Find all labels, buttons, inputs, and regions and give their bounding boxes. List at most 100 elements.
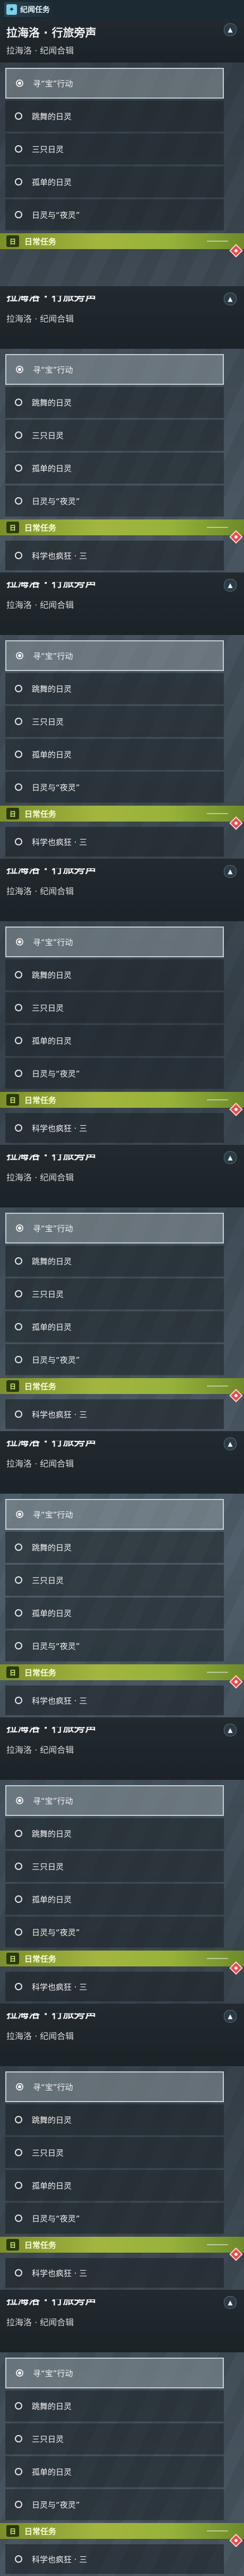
daily-quest-item[interactable]: 科学也疯狂 · 三: [5, 2258, 224, 2288]
quest-step[interactable]: 三只日灵: [5, 2137, 224, 2168]
quest-step[interactable]: 日灵与“夜灵”: [5, 2203, 224, 2234]
quest-step[interactable]: 孤单的日灵: [5, 166, 224, 198]
daily-quest-header[interactable]: 日 日常任务: [0, 1092, 244, 1108]
quest-header[interactable]: 拉海洛 · 行旅旁声 拉海洛 · 纪闻合辑 ▲: [0, 859, 244, 921]
quest-step[interactable]: 三只日灵: [5, 1851, 224, 1882]
quest-step[interactable]: 孤单的日灵: [5, 2170, 224, 2201]
quest-step[interactable]: 跳舞的日灵: [5, 959, 224, 991]
quest-step[interactable]: 三只日灵: [5, 992, 224, 1024]
chevron-up-icon[interactable]: ▲: [224, 293, 237, 305]
quest-step[interactable]: 孤单的日灵: [5, 1884, 224, 1915]
radio-empty-icon: [15, 1323, 22, 1330]
daily-quest-item-label: 科学也疯狂 · 三: [32, 2268, 88, 2278]
daily-quest-label: 日常任务: [24, 2526, 57, 2536]
quest-step[interactable]: 孤单的日灵: [5, 1311, 224, 1343]
quest-step[interactable]: 跳舞的日灵: [5, 1246, 224, 1277]
quest-step[interactable]: 寻“宝”行动: [5, 354, 224, 385]
quest-step[interactable]: 日灵与“夜灵”: [5, 199, 224, 231]
chevron-up-icon[interactable]: ▲: [224, 23, 237, 36]
radio-empty-icon: [15, 2501, 22, 2508]
radio-empty-icon: [15, 178, 22, 186]
quest-step[interactable]: 跳舞的日灵: [5, 1818, 224, 1849]
daily-quest-header[interactable]: 日 日常任务: [0, 233, 244, 249]
quest-step[interactable]: 三只日灵: [5, 1565, 224, 1596]
chevron-up-icon[interactable]: ▲: [224, 2296, 237, 2309]
quest-header[interactable]: 拉海洛 · 行旅旁声 拉海洛 · 纪闻合辑 ▲: [0, 2290, 244, 2352]
daily-icon: 日: [6, 1666, 19, 1678]
radio-selected-icon: [16, 1224, 23, 1232]
radio-empty-icon: [15, 1983, 22, 1990]
quest-header[interactable]: 拉海洛 · 行旅旁声 拉海洛 · 纪闻合辑 ▲: [0, 1431, 244, 1494]
quest-step[interactable]: 孤单的日灵: [5, 1025, 224, 1056]
daily-quest-label: 日常任务: [24, 2240, 57, 2250]
daily-quest-item[interactable]: 科学也疯狂 · 三: [5, 1972, 224, 2001]
quest-step[interactable]: 孤单的日灵: [5, 739, 224, 770]
daily-quest-header[interactable]: 日 日常任务: [0, 2237, 244, 2253]
daily-quest-item[interactable]: 科学也疯狂 · 三: [5, 1113, 224, 1143]
daily-quest-header[interactable]: 日 日常任务: [0, 519, 244, 535]
quest-step[interactable]: 寻“宝”行动: [5, 2071, 224, 2102]
daily-quest-item[interactable]: 科学也疯狂 · 三: [5, 541, 224, 570]
daily-quest-header[interactable]: 日 日常任务: [0, 1664, 244, 1680]
daily-quest-item[interactable]: 科学也疯狂 · 三: [5, 1399, 224, 1429]
quest-step[interactable]: 跳舞的日灵: [5, 387, 224, 418]
daily-quest-item[interactable]: 科学也疯狂 · 三: [5, 827, 224, 857]
quest-step[interactable]: 日灵与“夜灵”: [5, 772, 224, 803]
daily-quest-header[interactable]: 日 日常任务: [0, 1951, 244, 1966]
quest-header[interactable]: 拉海洛 · 行旅旁声 拉海洛 · 纪闻合辑 ▲: [0, 286, 244, 349]
quest-step[interactable]: 寻“宝”行动: [5, 927, 224, 957]
quest-step[interactable]: 寻“宝”行动: [5, 1213, 224, 1243]
quest-header[interactable]: 拉海洛 · 行旅旁声 拉海洛 · 纪闻合辑 ▲: [0, 1145, 244, 1207]
category-label: 纪闻任务: [20, 6, 50, 14]
chevron-up-icon[interactable]: ▲: [224, 1437, 237, 1450]
quest-tracker-panel: 拉海洛 · 行旅旁声 拉海洛 · 纪闻合辑 ▲ 寻“宝”行动 跳舞的日灵 三只日…: [0, 1717, 244, 2004]
quest-header[interactable]: 拉海洛 · 行旅旁声 拉海洛 · 纪闻合辑 ▲: [0, 2004, 244, 2066]
quest-step[interactable]: 日灵与“夜灵”: [5, 486, 224, 517]
quest-header[interactable]: 拉海洛 · 行旅旁声 拉海洛 · 纪闻合辑 ▲: [0, 1717, 244, 1780]
daily-icon: 日: [6, 2525, 19, 2537]
chevron-up-icon[interactable]: ▲: [224, 579, 237, 592]
chevron-up-icon[interactable]: ▲: [224, 865, 237, 878]
radio-empty-icon: [15, 838, 22, 845]
daily-quest-item[interactable]: 科学也疯狂 · 三: [5, 2544, 224, 2574]
quest-step[interactable]: 三只日灵: [5, 420, 224, 451]
quest-step[interactable]: 三只日灵: [5, 1278, 224, 1310]
quest-step[interactable]: 寻“宝”行动: [5, 2358, 224, 2388]
quest-step[interactable]: 寻“宝”行动: [5, 68, 224, 99]
radio-selected-icon: [16, 1511, 23, 1518]
quest-step[interactable]: 寻“宝”行动: [5, 640, 224, 671]
quest-step-label: 三只日灵: [32, 1289, 64, 1299]
quest-step[interactable]: 三只日灵: [5, 134, 224, 165]
quest-step[interactable]: 三只日灵: [5, 2423, 224, 2455]
quest-step[interactable]: 日灵与“夜灵”: [5, 1917, 224, 1948]
quest-tracker-panel: 拉海洛 · 行旅旁声 拉海洛 · 纪闻合辑 ▲ 寻“宝”行动 跳舞的日灵 三只日…: [0, 1431, 244, 1717]
chevron-up-icon[interactable]: ▲: [224, 1151, 237, 1164]
daily-quest-header[interactable]: 日 日常任务: [0, 2523, 244, 2539]
quest-step[interactable]: 三只日灵: [5, 706, 224, 737]
quest-step[interactable]: 孤单的日灵: [5, 2456, 224, 2487]
chevron-up-icon[interactable]: ▲: [224, 2010, 237, 2023]
quest-step[interactable]: 日灵与“夜灵”: [5, 2489, 224, 2520]
chevron-up-icon[interactable]: ▲: [224, 1724, 237, 1736]
quest-step[interactable]: 日灵与“夜灵”: [5, 1058, 224, 1089]
daily-quest-header[interactable]: 日 日常任务: [0, 806, 244, 822]
quest-step[interactable]: 孤单的日灵: [5, 453, 224, 484]
quest-step[interactable]: 跳舞的日灵: [5, 101, 224, 132]
quest-step[interactable]: 跳舞的日灵: [5, 2390, 224, 2422]
quest-step[interactable]: 日灵与“夜灵”: [5, 1630, 224, 1662]
category-tab[interactable]: ✦ 纪闻任务: [4, 2, 55, 17]
quest-header[interactable]: 拉海洛 · 行旅旁声 拉海洛 · 纪闻合辑 ▲: [0, 572, 244, 635]
daily-icon: 日: [6, 808, 19, 819]
quest-step[interactable]: 跳舞的日灵: [5, 2104, 224, 2136]
quest-step[interactable]: 寻“宝”行动: [5, 1785, 224, 1816]
quest-step[interactable]: 寻“宝”行动: [5, 1499, 224, 1530]
quest-step[interactable]: 跳舞的日灵: [5, 673, 224, 704]
daily-quest-item-label: 科学也疯狂 · 三: [32, 1123, 88, 1133]
quest-step[interactable]: 日灵与“夜灵”: [5, 1344, 224, 1375]
quest-subtitle: 拉海洛 · 纪闻合辑: [6, 314, 74, 324]
daily-quest-header[interactable]: 日 日常任务: [0, 1378, 244, 1394]
quest-step[interactable]: 跳舞的日灵: [5, 1532, 224, 1563]
daily-quest-item[interactable]: 科学也疯狂 · 三: [5, 1686, 224, 1715]
quest-step[interactable]: 孤单的日灵: [5, 1598, 224, 1629]
quest-header[interactable]: 拉海洛 · 行旅旁声 拉海洛 · 纪闻合辑 ▲: [0, 19, 244, 63]
